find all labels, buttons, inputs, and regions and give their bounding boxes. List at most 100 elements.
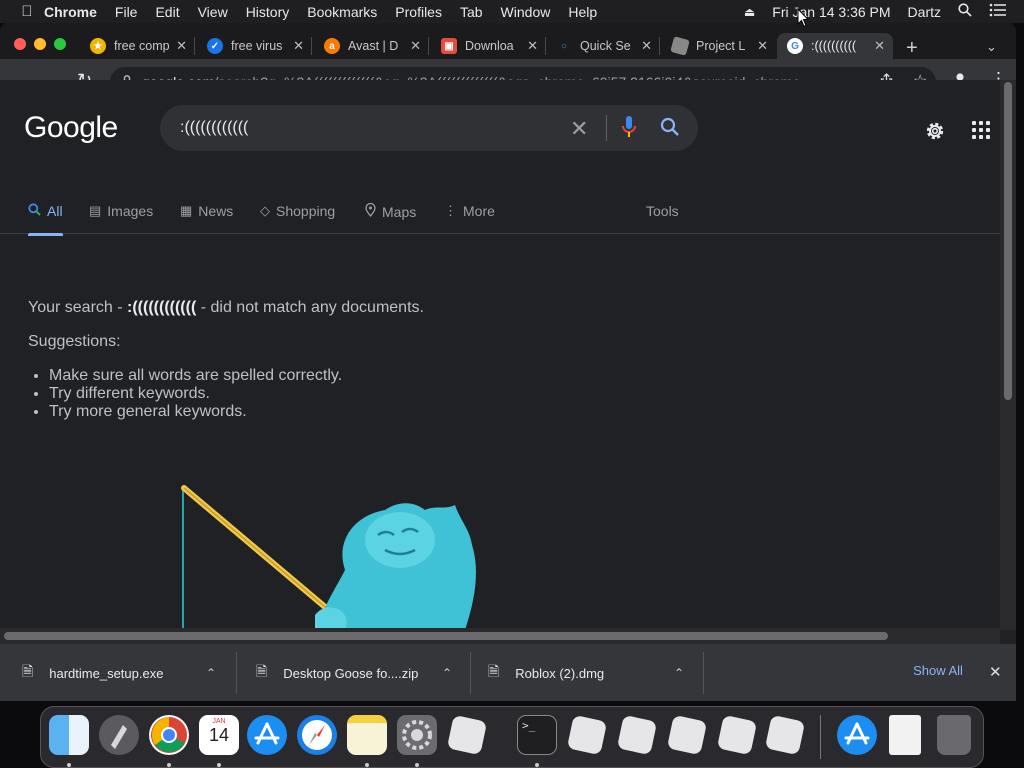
chevron-up-icon[interactable]: ⌃: [442, 666, 452, 680]
menu-window[interactable]: Window: [501, 4, 551, 20]
menu-user[interactable]: Dartz: [908, 4, 941, 20]
settings-gear-icon[interactable]: [923, 119, 947, 148]
search-box[interactable]: :(((((((((((( ✕: [160, 105, 698, 151]
menu-bookmarks[interactable]: Bookmarks: [307, 4, 377, 20]
zoom-window-button[interactable]: [54, 38, 66, 50]
download-item[interactable]: 🗎 Desktop Goose fo....zip ⌃: [256, 652, 466, 694]
close-tab-icon[interactable]: ✕: [527, 38, 538, 54]
download-divider: [470, 652, 471, 694]
window-controls: [14, 38, 74, 50]
tab-search-chevron-icon[interactable]: ⌄: [986, 39, 997, 55]
browser-tab-active[interactable]: G :(((((((((( ✕: [777, 33, 893, 59]
menu-tab[interactable]: Tab: [460, 4, 483, 20]
control-center-icon[interactable]: [989, 3, 1007, 20]
tab-title: free comp: [114, 39, 170, 53]
tab-maps[interactable]: Maps: [365, 202, 416, 220]
download-item[interactable]: 🗎 hardtime_setup.exe ⌃: [22, 652, 232, 694]
system-preferences-icon[interactable]: [397, 715, 437, 755]
google-results-page: Google :(((((((((((( ✕ All ▤ Images ▦ Ne…: [0, 80, 1000, 628]
apple-menu-icon[interactable]: : [10, 3, 44, 20]
app-store-icon[interactable]: [247, 715, 287, 755]
avast-icon: a: [324, 38, 340, 54]
app-store-icon[interactable]: [837, 715, 877, 755]
tab-news[interactable]: ▦ News: [180, 203, 233, 219]
running-indicator: [415, 763, 419, 767]
suggestion-item: Make sure all words are spelled correctl…: [49, 367, 342, 385]
launchpad-icon[interactable]: [99, 715, 139, 755]
vertical-scrollbar[interactable]: [1000, 80, 1016, 630]
menu-app-name[interactable]: Chrome: [44, 4, 97, 20]
close-tab-icon[interactable]: ✕: [874, 38, 885, 54]
horizontal-scrollbar[interactable]: [0, 628, 1000, 644]
clear-search-icon[interactable]: ✕: [570, 116, 588, 142]
calendar-icon[interactable]: JAN 14: [199, 715, 239, 755]
menu-file[interactable]: File: [115, 4, 138, 20]
document-icon[interactable]: [889, 715, 921, 755]
eject-icon[interactable]: ⏏: [744, 5, 755, 19]
no-results-message: Your search - :(((((((((((( - did not ma…: [28, 299, 424, 317]
vertical-scroll-thumb[interactable]: [1004, 82, 1012, 400]
browser-tab[interactable]: ✓ free virus ✕: [197, 33, 312, 59]
star-icon: ★: [90, 38, 106, 54]
tab-images[interactable]: ▤ Images: [89, 203, 153, 219]
trash-icon[interactable]: [937, 715, 971, 755]
roblox-icon[interactable]: [716, 714, 758, 756]
tools-button[interactable]: Tools: [646, 203, 679, 219]
horizontal-scroll-thumb[interactable]: [4, 632, 888, 640]
tab-shopping[interactable]: ◇ Shopping: [260, 203, 335, 219]
close-tab-icon[interactable]: ✕: [293, 38, 304, 54]
google-apps-grid-icon[interactable]: [971, 120, 991, 145]
chevron-up-icon[interactable]: ⌃: [206, 666, 216, 680]
download-filename: Roblox (2).dmg: [515, 665, 605, 681]
browser-tab[interactable]: ▣ Downloa ✕: [431, 33, 546, 59]
menu-view[interactable]: View: [198, 4, 228, 20]
menu-profiles[interactable]: Profiles: [395, 4, 442, 20]
image-icon: ▤: [89, 203, 102, 218]
tab-more[interactable]: ⋮ More: [444, 203, 495, 219]
menu-edit[interactable]: Edit: [155, 4, 179, 20]
show-all-downloads-button[interactable]: Show All: [898, 663, 978, 678]
close-tab-icon[interactable]: ✕: [757, 38, 768, 54]
browser-tab[interactable]: ○ Quick Se ✕: [548, 33, 660, 59]
macos-dock: JAN 14 >_: [40, 706, 984, 768]
download-item[interactable]: 🗎 Roblox (2).dmg ⌃: [488, 652, 698, 694]
suggestions-heading: Suggestions:: [28, 333, 121, 350]
chevron-up-icon[interactable]: ⌃: [674, 666, 684, 680]
more-dots-icon: ⋮: [444, 203, 457, 218]
browser-tab[interactable]: Project L ✕: [662, 33, 776, 59]
roblox-icon[interactable]: [446, 714, 488, 756]
minimize-window-button[interactable]: [34, 38, 46, 50]
safari-icon[interactable]: [297, 715, 337, 755]
close-tab-icon[interactable]: ✕: [410, 38, 421, 54]
search-input[interactable]: :((((((((((((: [180, 119, 248, 137]
roblox-icon[interactable]: [616, 714, 658, 756]
tab-title: Quick Se: [580, 39, 631, 53]
roblox-icon[interactable]: [666, 714, 708, 756]
finder-icon[interactable]: [49, 715, 89, 755]
tab-label: Shopping: [276, 203, 336, 219]
notes-icon[interactable]: [347, 715, 387, 755]
spotlight-search-icon[interactable]: [958, 3, 972, 20]
chrome-icon[interactable]: [149, 715, 189, 755]
tab-title: :((((((((((: [811, 39, 857, 53]
menu-history[interactable]: History: [246, 4, 290, 20]
close-download-shelf-icon[interactable]: ✕: [989, 663, 1002, 681]
menu-help[interactable]: Help: [568, 4, 597, 20]
roblox-icon[interactable]: [764, 714, 806, 756]
tab-all[interactable]: All: [28, 203, 63, 236]
new-tab-icon[interactable]: +: [906, 37, 918, 60]
google-logo[interactable]: Google: [24, 111, 118, 145]
browser-tab[interactable]: ★ free comp ✕: [80, 33, 195, 59]
browser-tab[interactable]: a Avast | D ✕: [314, 33, 429, 59]
tab-label: News: [198, 203, 234, 219]
download-filename: Desktop Goose fo....zip: [283, 665, 419, 681]
close-window-button[interactable]: [14, 38, 26, 50]
microphone-icon[interactable]: [622, 116, 636, 143]
search-icon[interactable]: [660, 117, 680, 142]
fishing-monster-illustration: [181, 485, 476, 628]
close-tab-icon[interactable]: ✕: [176, 38, 187, 54]
roblox-icon[interactable]: [566, 714, 608, 756]
menu-clock[interactable]: Fri Jan 14 3:36 PM: [772, 4, 890, 20]
close-tab-icon[interactable]: ✕: [641, 38, 652, 54]
terminal-icon[interactable]: >_: [517, 715, 557, 755]
